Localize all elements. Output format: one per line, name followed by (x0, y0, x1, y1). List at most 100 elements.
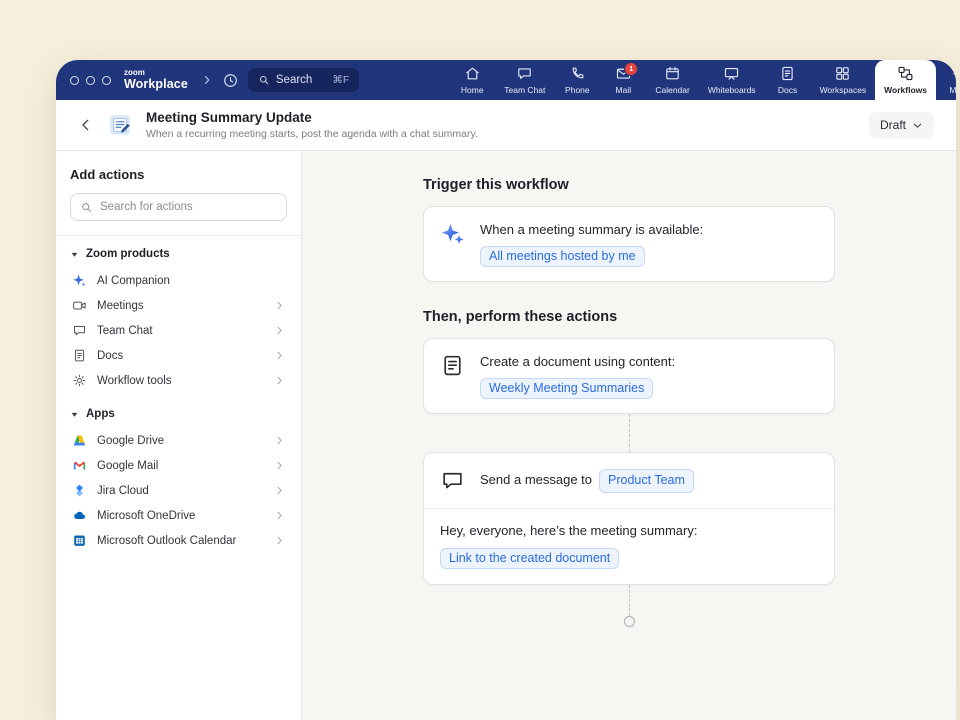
meetings-icon (72, 298, 87, 313)
google-drive-icon (72, 433, 87, 448)
send-message-text: Send a message to (480, 472, 592, 487)
nav-label: Whiteboards (708, 85, 756, 95)
nav-item-workflows[interactable]: Workflows (875, 60, 936, 100)
back-button[interactable] (78, 117, 94, 133)
nav-label: Phone (565, 85, 590, 95)
chevron-right-icon (274, 435, 285, 446)
calendar-icon (664, 65, 681, 82)
trigger-card[interactable]: When a meeting summary is available: All… (423, 206, 835, 282)
sidebar-item-jira-cloud[interactable]: Jira Cloud (70, 478, 287, 503)
send-message-card[interactable]: Send a message to Product Team Hey, every… (423, 452, 835, 584)
nav-item-docs[interactable]: Docs (765, 60, 811, 100)
item-label: Meetings (97, 300, 144, 312)
whiteboards-icon (723, 65, 740, 82)
item-label: Workflow tools (97, 375, 172, 387)
nav-item-calendar[interactable]: Calendar (646, 60, 699, 100)
app-body: Add actions Zoom products AI Companion M… (56, 151, 956, 720)
section-apps[interactable]: Apps (70, 408, 287, 420)
sidebar-item-team-chat[interactable]: Team Chat (70, 318, 287, 343)
page-title: Meeting Summary Update (146, 110, 478, 125)
item-label: AI Companion (97, 275, 170, 287)
add-step-node[interactable] (624, 616, 635, 627)
window-minimize-button[interactable] (86, 76, 95, 85)
section-zoom-products[interactable]: Zoom products (70, 248, 287, 260)
send-message-row: Send a message to Product Team (480, 469, 694, 494)
document-content-chip[interactable]: Weekly Meeting Summaries (480, 378, 653, 399)
chevron-right-icon (274, 460, 285, 471)
chevron-right-icon (274, 535, 285, 546)
trigger-text: When a meeting summary is available: (480, 221, 703, 239)
docs-icon (72, 348, 87, 363)
phone-icon (569, 65, 586, 82)
item-label: Google Drive (97, 435, 164, 447)
flow-connector (629, 585, 630, 616)
recipient-chip[interactable]: Product Team (599, 469, 694, 494)
search-icon (80, 201, 93, 214)
search-shortcut: ⌘F (332, 74, 349, 86)
docs-icon (779, 65, 796, 82)
nav-item-whiteboards[interactable]: Whiteboards (699, 60, 765, 100)
nav-item-home[interactable]: Home (449, 60, 495, 100)
search-label: Search (276, 74, 312, 86)
search-input[interactable] (100, 201, 277, 213)
nav-label: Docs (778, 85, 797, 95)
item-label: Microsoft OneDrive (97, 510, 195, 522)
workflow-canvas: Trigger this workflow When a meeting sum… (302, 151, 956, 720)
zoom-workplace-logo: zoom Workplace (124, 60, 188, 100)
nav-item-mail[interactable]: 1 Mail (600, 60, 646, 100)
nav-label: Home (461, 85, 484, 95)
message-text: Hey, everyone, here’s the meeting summar… (440, 522, 818, 540)
jira-cloud-icon (72, 483, 87, 498)
google-mail-icon (72, 458, 87, 473)
triangle-down-icon (70, 410, 79, 419)
sidebar-item-workflow-tools[interactable]: Workflow tools (70, 368, 287, 393)
flow-connector (629, 414, 630, 452)
sidebar-item-google-mail[interactable]: Google Mail (70, 453, 287, 478)
chevron-right-icon (274, 350, 285, 361)
primary-nav-tabs: Home Team Chat Phone 1 Mail Calendar (449, 60, 956, 100)
sidebar-item-ai-companion[interactable]: AI Companion (70, 268, 287, 293)
nav-label: Mail (616, 85, 632, 95)
chevron-right-icon (274, 375, 285, 386)
document-link-chip[interactable]: Link to the created document (440, 548, 619, 569)
nav-item-phone[interactable]: Phone (554, 60, 600, 100)
actions-heading: Then, perform these actions (423, 309, 835, 325)
sidebar-item-microsoft-outlook-calendar[interactable]: Microsoft Outlook Calendar (70, 528, 287, 553)
create-document-text: Create a document using content: (480, 353, 675, 371)
nav-label: Workspaces (820, 85, 867, 95)
window-zoom-button[interactable] (102, 76, 111, 85)
search-icon (258, 74, 270, 86)
chat-bubble-icon (440, 468, 465, 493)
section-title: Apps (86, 408, 115, 420)
ai-companion-icon (72, 273, 87, 288)
top-navigation-bar: zoom Workplace Search ⌘F Home Team Chat (56, 60, 956, 100)
sidebar-item-microsoft-onedrive[interactable]: Microsoft OneDrive (70, 503, 287, 528)
onedrive-icon (72, 508, 87, 523)
workflow-header: Meeting Summary Update When a recurring … (56, 100, 956, 151)
chevron-right-icon (274, 510, 285, 521)
global-search-button[interactable]: Search ⌘F (248, 68, 359, 92)
window-close-button[interactable] (70, 76, 79, 85)
divider (56, 235, 301, 236)
add-actions-sidebar: Add actions Zoom products AI Companion M… (56, 151, 302, 720)
window-controls (70, 60, 111, 100)
workflow-title-block: Meeting Summary Update When a recurring … (146, 110, 478, 140)
nav-item-team-chat[interactable]: Team Chat (495, 60, 554, 100)
sidebar-item-meetings[interactable]: Meetings (70, 293, 287, 318)
more-icon (951, 65, 957, 82)
home-icon (464, 65, 481, 82)
chevron-right-icon[interactable] (201, 74, 213, 86)
chevron-right-icon (274, 300, 285, 311)
sidebar-item-docs[interactable]: Docs (70, 343, 287, 368)
status-badge: Draft (880, 118, 906, 132)
history-icon[interactable] (220, 69, 242, 91)
item-label: Jira Cloud (97, 485, 149, 497)
trigger-scope-chip[interactable]: All meetings hosted by me (480, 246, 645, 267)
status-dropdown[interactable]: Draft (869, 112, 934, 138)
nav-item-more[interactable]: More (936, 60, 956, 100)
mail-badge: 1 (624, 62, 638, 76)
sidebar-item-google-drive[interactable]: Google Drive (70, 428, 287, 453)
ai-sparkle-icon (440, 221, 465, 246)
nav-item-workspaces[interactable]: Workspaces (811, 60, 876, 100)
create-document-card[interactable]: Create a document using content: Weekly … (423, 338, 835, 414)
